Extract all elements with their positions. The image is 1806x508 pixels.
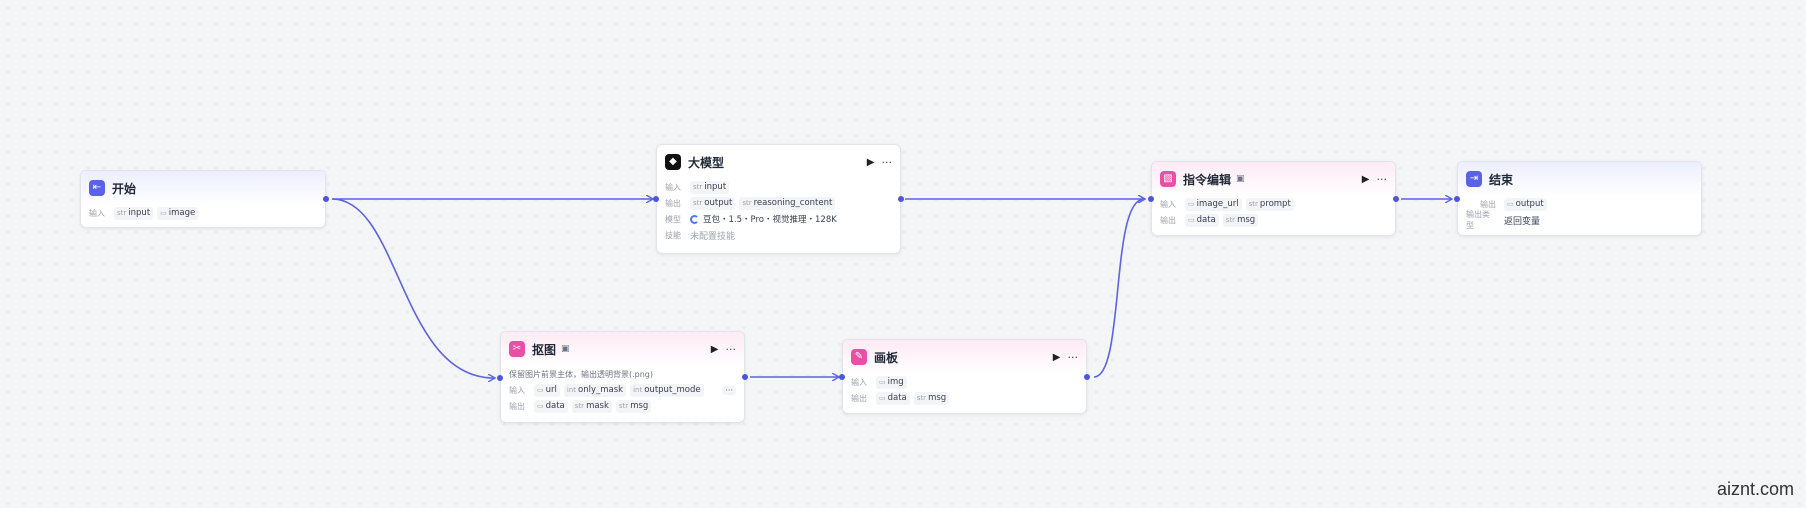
port-canvas-out[interactable] — [1084, 374, 1090, 380]
run-icon[interactable]: ▶ — [1362, 174, 1370, 185]
node-title: 抠图 — [532, 342, 557, 357]
input-row: 输入 ▭ img — [843, 374, 1086, 390]
more-icon[interactable]: ··· — [726, 343, 737, 356]
node-llm[interactable]: ◆ 大模型 ▶ ··· 输入 str input 输出 str output str… — [656, 144, 901, 254]
run-icon[interactable]: ▶ — [867, 157, 875, 168]
output-row: 输出 str output str reasoning_content — [657, 195, 900, 211]
more-icon[interactable]: ··· — [1377, 173, 1388, 186]
param-tag: str output — [690, 196, 736, 210]
port-edit-out[interactable] — [1393, 196, 1399, 202]
param-tag: ▭ image — [157, 206, 199, 220]
watermark: aiznt.com — [1716, 479, 1794, 499]
param-tag: int only_mask — [563, 383, 627, 397]
more-icon[interactable]: ··· — [882, 156, 893, 169]
param-tag: str msg — [1222, 213, 1259, 227]
more-icon[interactable]: ··· — [1068, 351, 1079, 364]
node-end-header: ⇥ 结束 — [1458, 162, 1701, 196]
output-row: 输出 ▭ data str msg — [843, 390, 1086, 406]
port-start-out[interactable] — [323, 196, 329, 202]
param-tag: ▭ url — [534, 383, 560, 397]
canvas-icon: ✎ — [851, 349, 867, 365]
param-tag: str reasoning_content — [739, 196, 836, 210]
node-llm-header: ◆ 大模型 ▶ ··· — [657, 145, 900, 179]
output-type-row: 输出类型 返回变量 — [1466, 210, 1541, 230]
more-params-icon[interactable]: ··· — [722, 385, 736, 395]
node-canvas-header: ✎ 画板 ▶ ··· — [843, 340, 1086, 374]
param-tag: str mask — [571, 399, 612, 413]
port-llm-out[interactable] — [898, 196, 904, 202]
node-title: 画板 — [874, 350, 899, 365]
node-description: 保留图片前景主体，输出透明背景(.png) — [509, 369, 654, 379]
param-tag: str input — [114, 206, 154, 220]
param-tag: ▭ data — [1185, 213, 1219, 227]
node-title: 指令编辑 — [1183, 172, 1232, 187]
save-icon: ▣ — [561, 344, 570, 354]
input-row: 输入 str input ▭ image — [81, 205, 325, 221]
param-tag: ▭ image_url — [1185, 197, 1242, 211]
node-start-header: ⇤ 开始 — [81, 171, 325, 205]
model-row: 模型 豆包・1.5・Pro・视觉推理・128K — [665, 214, 837, 225]
param-tag: str prompt — [1245, 197, 1294, 211]
edge-start-cutout — [331, 198, 494, 378]
llm-icon: ◆ — [665, 154, 681, 170]
param-tag: str msg — [615, 399, 652, 413]
port-llm-in[interactable] — [653, 196, 659, 202]
param-tag: ▭ output — [1504, 197, 1547, 211]
doubao-icon — [690, 214, 699, 224]
edges-layer — [331, 0, 1806, 508]
node-edit[interactable]: ▧ 指令编辑 ▣ ▶ ··· 输入 ▭ image_url str prompt 输… — [1151, 161, 1396, 236]
param-tag: int output_mode — [630, 383, 704, 397]
skill-row: 技能 未配置技能 — [665, 230, 736, 242]
port-canvas-in[interactable] — [839, 374, 845, 380]
exit-icon: ⇥ — [1466, 171, 1482, 187]
node-end[interactable]: ⇥ 结束 输出 ▭ output 输出类型 返回变量 — [1457, 161, 1702, 236]
run-icon[interactable]: ▶ — [711, 344, 719, 355]
save-icon: ▣ — [1236, 174, 1245, 184]
node-start[interactable]: ⇤ 开始 输入 str input ▭ image — [80, 170, 326, 228]
image-edit-icon: ▧ — [1160, 171, 1176, 187]
param-tag: ▭ data — [534, 399, 568, 413]
param-tag: ▭ img — [876, 375, 907, 389]
param-tag: str input — [690, 180, 730, 194]
image-type-icon: ▭ — [160, 209, 167, 217]
node-cutout[interactable]: ✂ 抠图 ▣ ▶ ··· 保留图片前景主体，输出透明背景(.png) 输入 ▭ u… — [500, 331, 745, 423]
port-edit-in[interactable] — [1148, 196, 1154, 202]
input-row: 输入 ▭ url int only_mask int output_mode ··· — [501, 382, 744, 398]
node-title: 结束 — [1489, 172, 1514, 187]
node-title: 大模型 — [688, 155, 725, 170]
node-cutout-header: ✂ 抠图 ▣ ▶ ··· — [501, 332, 744, 366]
output-row: 输出 ▭ data str msg — [1152, 212, 1395, 228]
cutout-icon: ✂ — [509, 341, 525, 357]
input-row: 输入 ▭ image_url str prompt — [1152, 196, 1395, 212]
edge-canvas-edit — [1093, 199, 1144, 378]
enter-icon: ⇤ — [89, 180, 105, 196]
node-edit-header: ▧ 指令编辑 ▣ ▶ ··· — [1152, 162, 1395, 196]
port-end-in[interactable] — [1454, 196, 1460, 202]
port-cutout-in[interactable] — [497, 375, 503, 381]
param-tag: ▭ data — [876, 391, 910, 405]
node-title: 开始 — [112, 181, 137, 196]
port-cutout-out[interactable] — [742, 374, 748, 380]
run-icon[interactable]: ▶ — [1053, 352, 1061, 363]
param-tag: str msg — [913, 391, 950, 405]
node-canvas[interactable]: ✎ 画板 ▶ ··· 输入 ▭ img 输出 ▭ data str msg — [842, 339, 1087, 414]
output-row: 输出 ▭ data str mask str msg — [501, 398, 744, 414]
input-row: 输入 str input — [657, 179, 900, 195]
